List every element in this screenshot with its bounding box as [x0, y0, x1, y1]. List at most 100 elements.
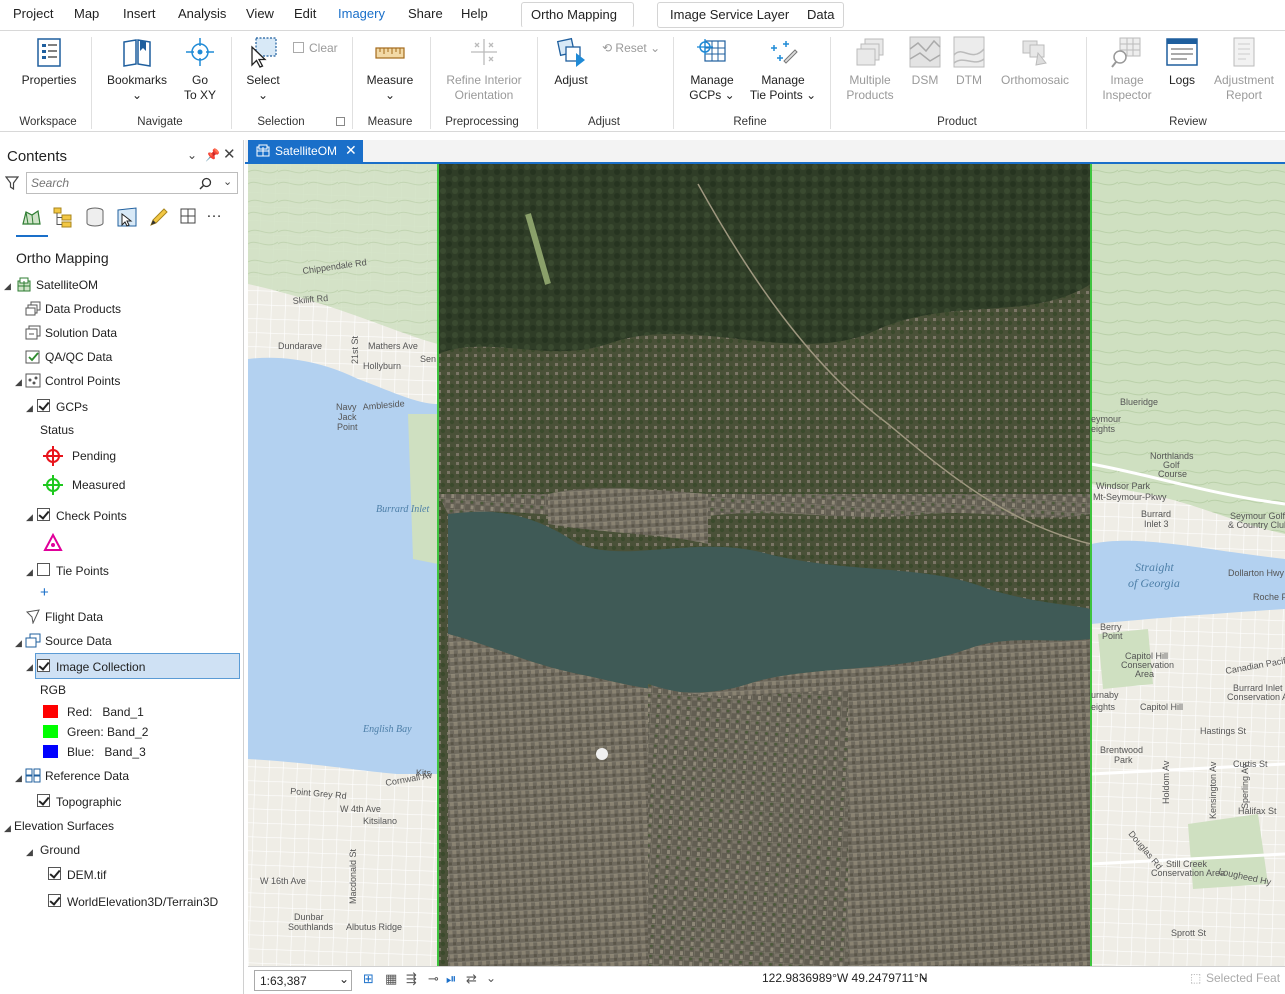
chevron-down-icon[interactable]: ⌄ — [486, 971, 496, 985]
dem-checkbox[interactable] — [48, 867, 61, 880]
tree-item-satelliteom[interactable]: SatelliteOM — [36, 278, 98, 292]
collapse-triangle-icon[interactable]: ◢ — [26, 403, 33, 414]
tree-item-data-products[interactable]: Data Products — [45, 302, 121, 316]
flight-data-icon — [25, 609, 40, 624]
orthomosaic-button[interactable]: Orthomosaic — [998, 35, 1072, 88]
adjustment-report-button[interactable]: Adjustment Report — [1210, 35, 1278, 103]
list-by-snapping-icon[interactable] — [178, 206, 200, 228]
go-to-xy-button[interactable]: Go To XY — [180, 35, 220, 103]
group-label-navigate: Navigate — [137, 116, 183, 128]
constraints-icon[interactable]: ⊸ — [428, 971, 439, 987]
select-button[interactable]: Select ⌄ — [243, 35, 283, 103]
expand-triangle-icon[interactable]: ◢ — [26, 567, 33, 578]
manage-tie-points-button[interactable]: Manage Tie Points ⌄ — [749, 35, 817, 103]
menu-project[interactable]: Project — [13, 6, 53, 21]
manage-gcps-button[interactable]: Manage GCPs ⌄ — [686, 35, 738, 103]
tree-item-image-collection[interactable]: Image Collection — [56, 660, 145, 674]
dsm-button[interactable]: DSM — [907, 35, 943, 88]
tree-item-control-points[interactable]: Control Points — [45, 374, 120, 388]
bookmarks-button[interactable]: Bookmarks ⌄ — [105, 35, 169, 103]
refine-interior-orientation-button[interactable]: Refine Interior Orientation — [442, 35, 526, 103]
collapse-triangle-icon[interactable]: ◢ — [4, 281, 11, 292]
image-inspector-button[interactable]: Image Inspector — [1099, 35, 1155, 103]
tree-item-topographic[interactable]: Topographic — [56, 795, 121, 809]
search-options-chevron-icon[interactable]: ⌄ — [223, 175, 232, 188]
list-by-editing-icon[interactable] — [148, 206, 170, 228]
filter-icon[interactable] — [5, 176, 19, 190]
check-points-checkbox[interactable] — [37, 508, 50, 521]
menu-analysis[interactable]: Analysis — [178, 6, 226, 21]
gcps-checkbox[interactable] — [37, 399, 50, 412]
collapse-triangle-icon[interactable]: ◢ — [26, 662, 33, 673]
qaqc-data-icon — [25, 350, 40, 364]
list-by-data-source-icon[interactable] — [84, 206, 106, 228]
tree-item-world-elevation[interactable]: WorldElevation3D/Terrain3D — [67, 895, 218, 909]
close-tab-icon[interactable]: ✕ — [345, 142, 357, 159]
scale-selector[interactable]: 1:63,387 ⌄ — [254, 970, 352, 991]
menu-imagery[interactable]: Imagery — [338, 6, 385, 21]
tree-item-flight-data[interactable]: Flight Data — [45, 610, 103, 624]
close-icon[interactable]: ✕ — [223, 145, 236, 163]
menu-help[interactable]: Help — [461, 6, 488, 21]
tree-item-dem[interactable]: DEM.tif — [67, 868, 106, 882]
collapse-triangle-icon[interactable]: ◢ — [4, 823, 11, 834]
collapse-triangle-icon[interactable]: ◢ — [15, 773, 22, 784]
adjust-button[interactable]: Adjust — [550, 35, 592, 88]
tree-item-ground[interactable]: Ground — [40, 843, 80, 857]
tree-item-qaqc-data[interactable]: QA/QC Data — [45, 350, 112, 364]
properties-button[interactable]: Properties — [20, 35, 78, 88]
tree-item-reference-data[interactable]: Reference Data — [45, 769, 129, 783]
fixed-zoom-icon[interactable]: ⊞ — [363, 971, 374, 987]
world-elevation-checkbox[interactable] — [48, 894, 61, 907]
measure-button[interactable]: Measure ⌄ — [363, 35, 417, 103]
dtm-button[interactable]: DTM — [951, 35, 987, 88]
menu-map[interactable]: Map — [74, 6, 99, 21]
image-collection-checkbox[interactable] — [37, 659, 50, 672]
group-label-preprocessing: Preprocessing — [445, 116, 519, 128]
menu-view[interactable]: View — [246, 6, 274, 21]
pin-icon[interactable]: 📌 — [205, 148, 220, 162]
search-icon[interactable] — [199, 177, 212, 190]
grid-icon[interactable]: ▦ — [385, 971, 397, 987]
collapse-triangle-icon[interactable]: ◢ — [26, 512, 33, 523]
map-label-strait-2: of Georgia — [1128, 576, 1180, 590]
collapse-triangle-icon[interactable]: ◢ — [15, 377, 22, 388]
refresh-icon[interactable]: ⇄ — [466, 971, 477, 987]
more-options-icon[interactable]: … — [206, 204, 222, 222]
selection-options-launcher-icon[interactable] — [336, 117, 345, 126]
list-by-source-icon[interactable] — [52, 206, 74, 228]
menu-share[interactable]: Share — [408, 6, 443, 21]
clear-button[interactable]: Clear — [293, 41, 338, 55]
tree-item-source-data[interactable]: Source Data — [45, 634, 112, 648]
reset-button[interactable]: ⟲ Reset ⌄ — [602, 41, 660, 55]
solution-data-icon — [25, 325, 41, 340]
navigation-icon[interactable]: ⏯ — [446, 971, 456, 987]
collapse-triangle-icon[interactable]: ◢ — [15, 638, 22, 649]
ortho-workspace-icon — [17, 277, 31, 292]
topographic-checkbox[interactable] — [37, 794, 50, 807]
tab-ortho-mapping[interactable]: Ortho Mapping — [521, 2, 634, 28]
tree-item-elevation-surfaces[interactable]: Elevation Surfaces — [14, 819, 114, 833]
tree-item-tie-points[interactable]: Tie Points — [56, 564, 109, 578]
bookmarks-icon — [123, 39, 151, 67]
tree-item-gcps[interactable]: GCPs — [56, 400, 88, 414]
map-view[interactable]: Chippendale Rd Skilift Rd Dundarave Math… — [248, 164, 1285, 966]
multiple-products-button[interactable]: Multiple Products — [842, 35, 898, 103]
tree-item-solution-data[interactable]: Solution Data — [45, 326, 117, 340]
menu-edit[interactable]: Edit — [294, 6, 316, 21]
tree-item-check-points[interactable]: Check Points — [56, 509, 127, 523]
logs-button[interactable]: Logs — [1164, 35, 1200, 88]
tab-image-service-layer[interactable]: Image Service Layer — [670, 7, 789, 22]
collapse-triangle-icon[interactable]: ◢ — [26, 847, 33, 858]
search-input[interactable] — [31, 176, 191, 190]
coordinate-format-chevron-icon[interactable]: ⌄ — [919, 969, 929, 983]
tab-data[interactable]: Data — [807, 7, 834, 22]
map-tab-satelliteom[interactable]: SatelliteOM ✕ — [248, 140, 363, 162]
measure-label: Measure — [366, 73, 414, 87]
snapping-icon[interactable]: ⇶ — [406, 971, 417, 987]
list-by-selection-icon[interactable] — [116, 206, 138, 228]
list-by-drawing-order-icon[interactable] — [20, 206, 42, 228]
tie-points-checkbox[interactable] — [37, 563, 50, 576]
menu-insert[interactable]: Insert — [123, 6, 156, 21]
pane-options-chevron-icon[interactable]: ⌄ — [187, 148, 197, 162]
